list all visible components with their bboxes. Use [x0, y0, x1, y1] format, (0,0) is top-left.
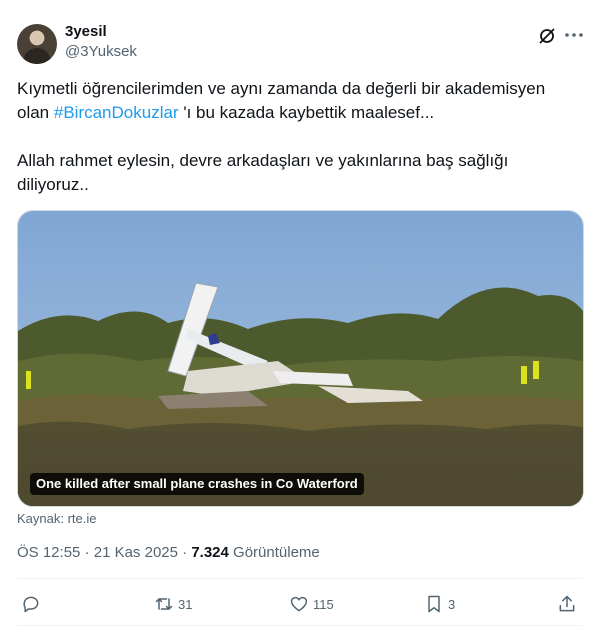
author-block: 3yesil @3Yuksek	[65, 22, 137, 62]
retweet-count: 31	[178, 596, 193, 612]
avatar[interactable]	[17, 24, 57, 64]
handle[interactable]: @3Yuksek	[65, 42, 137, 62]
like-icon	[290, 596, 308, 612]
retweet-icon	[155, 598, 173, 610]
reply-button[interactable]	[21, 592, 45, 616]
action-bar: 31 115 3	[17, 592, 582, 616]
tweet-paragraph-1: Kıymetli öğrencilerimden ve aynı zamanda…	[17, 77, 577, 125]
meta-separator: ·	[182, 544, 188, 561]
bookmark-button[interactable]: 3	[424, 592, 455, 616]
reply-icon	[23, 596, 39, 613]
divider	[17, 625, 582, 626]
like-count: 115	[313, 596, 334, 612]
bookmark-icon	[428, 595, 440, 613]
share-button[interactable]	[557, 592, 577, 616]
share-icon	[559, 595, 575, 612]
grok-icon[interactable]	[537, 26, 557, 46]
tweet-paragraph-2: Allah rahmet eylesin, devre arkadaşları …	[17, 151, 509, 194]
retweet-button[interactable]: 31	[154, 592, 192, 616]
tweet-text-post: 'ı bu kazada kaybettik maalesef...	[178, 103, 435, 122]
tweet-meta: ÖS 12:55 · 21 Kas 2025 · 7.324 Görüntüle…	[17, 544, 320, 561]
display-name[interactable]: 3yesil	[65, 22, 137, 42]
tweet-time[interactable]: ÖS 12:55	[17, 544, 80, 561]
media-image[interactable]: One killed after small plane crashes in …	[17, 210, 584, 507]
views-count: 7.324	[191, 544, 229, 561]
like-button[interactable]: 115	[289, 592, 334, 616]
more-icon[interactable]	[563, 24, 585, 46]
tweet-date[interactable]: 21 Kas 2025	[94, 544, 178, 561]
media-caption: One killed after small plane crashes in …	[30, 473, 364, 495]
views-label: Görüntüleme	[233, 544, 320, 561]
bookmark-count: 3	[448, 596, 456, 612]
crash-photo	[18, 211, 583, 506]
hashtag-link[interactable]: #BircanDokuzlar	[54, 103, 179, 122]
divider	[17, 578, 582, 579]
media-source[interactable]: Kaynak: rte.ie	[17, 511, 97, 526]
meta-separator: ·	[84, 544, 90, 561]
tweet-text: Kıymetli öğrencilerimden ve aynı zamanda…	[17, 77, 577, 197]
